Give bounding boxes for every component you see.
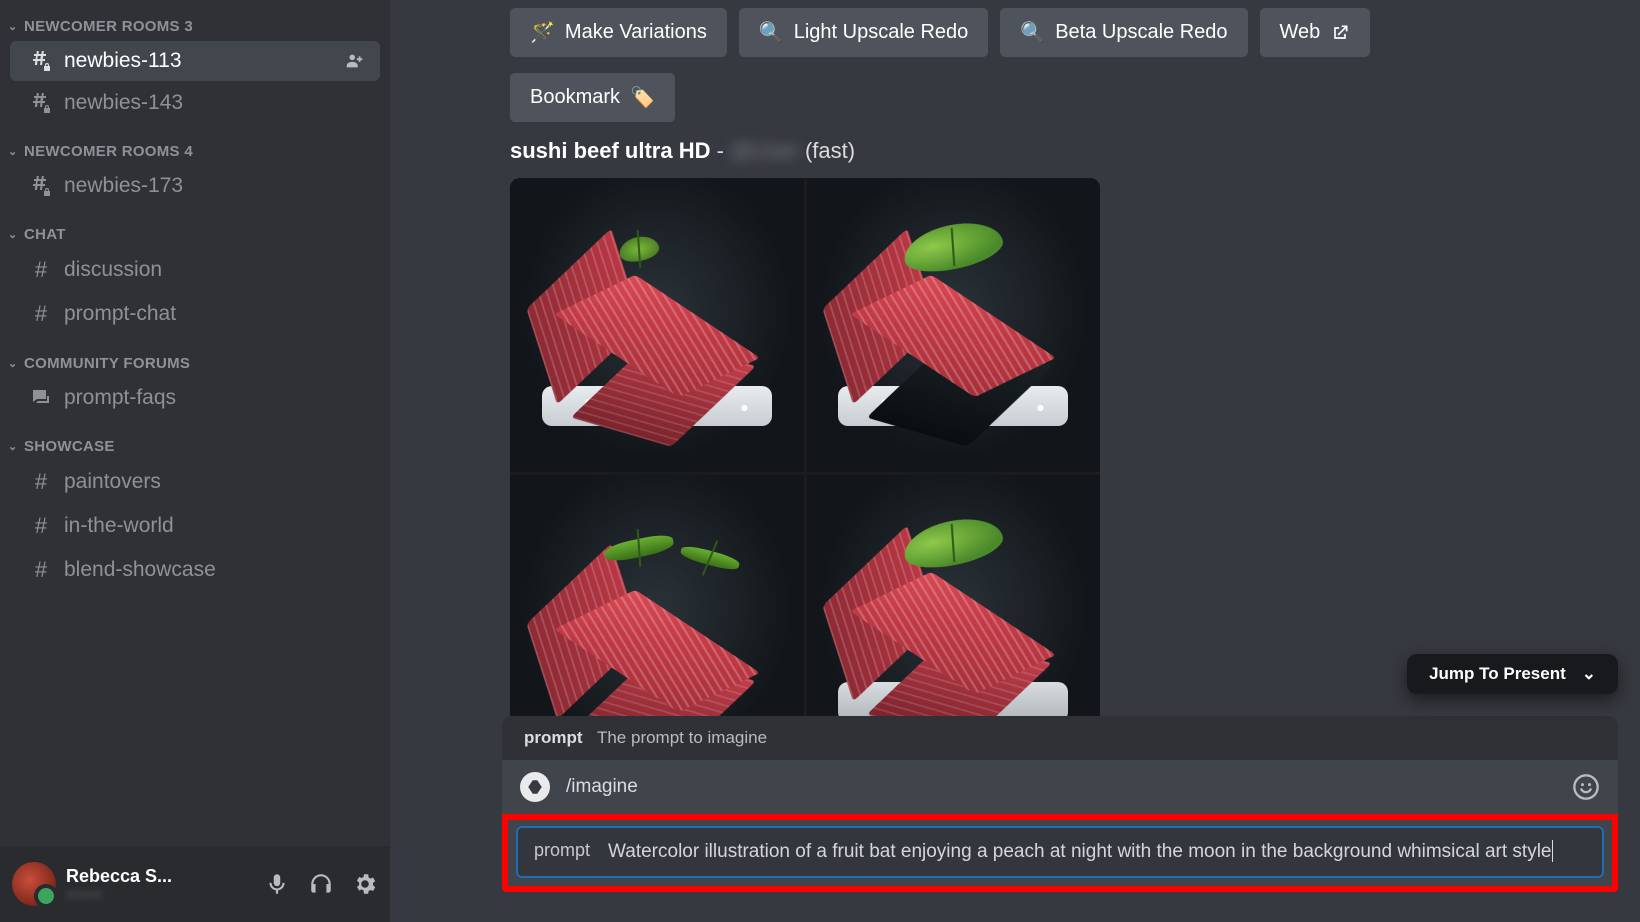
bookmark-button[interactable]: Bookmark 🏷️ — [510, 73, 675, 122]
beta-upscale-button[interactable]: 🔍 Beta Upscale Redo — [1000, 8, 1247, 57]
jump-to-present-button[interactable]: Jump To Present ⌄ — [1407, 654, 1618, 694]
user-tag: #0000 — [66, 887, 254, 902]
jump-label: Jump To Present — [1429, 664, 1566, 684]
mention-user: @User — [730, 138, 799, 163]
channel-label: newbies-143 — [64, 91, 183, 115]
channel-label: newbies-173 — [64, 174, 183, 198]
hash-lock-icon — [28, 174, 54, 198]
forum-icon — [28, 386, 54, 410]
hash-lock-icon — [28, 91, 54, 115]
gear-icon[interactable] — [352, 871, 378, 897]
channel-label: paintovers — [64, 470, 161, 494]
chevron-down-icon: ⌄ — [8, 20, 20, 33]
channel-newbies-113[interactable]: newbies-113 — [10, 41, 380, 81]
channel-discussion[interactable]: # discussion — [10, 249, 380, 291]
search-icon: 🔍 — [759, 20, 784, 45]
hint-label: prompt — [524, 728, 583, 747]
wand-icon: 🪄 — [530, 20, 555, 45]
image-tile-1[interactable] — [510, 178, 804, 472]
button-label: Light Upscale Redo — [794, 21, 969, 44]
button-label: Web — [1280, 21, 1321, 44]
channel-in-the-world[interactable]: # in-the-world — [10, 505, 380, 547]
text-cursor — [1552, 840, 1553, 862]
category-label: NEWCOMER ROOMS 3 — [24, 18, 193, 35]
search-icon: 🔍 — [1020, 20, 1045, 45]
category-label: COMMUNITY FORUMS — [24, 355, 190, 372]
channel-label: newbies-113 — [64, 49, 182, 73]
category-newcomer-4[interactable]: ⌄ NEWCOMER ROOMS 4 — [0, 125, 390, 164]
channel-prompt-faqs[interactable]: prompt-faqs — [10, 378, 380, 418]
highlighted-input-area: prompt Watercolor illustration of a frui… — [502, 814, 1618, 892]
prompt-bold: sushi beef ultra HD — [510, 138, 710, 163]
category-community-forums[interactable]: ⌄ COMMUNITY FORUMS — [0, 337, 390, 376]
prompt-input-field[interactable]: prompt Watercolor illustration of a frui… — [516, 826, 1604, 878]
prompt-field-label: prompt — [534, 838, 590, 861]
headphones-icon[interactable] — [308, 871, 334, 897]
channel-newbies-173[interactable]: newbies-173 — [10, 166, 380, 206]
user-name: Rebecca S... — [66, 866, 254, 887]
channel-label: blend-showcase — [64, 558, 216, 582]
category-showcase[interactable]: ⌄ SHOWCASE — [0, 420, 390, 459]
user-info[interactable]: Rebecca S... #0000 — [66, 866, 254, 902]
command-row: /imagine — [502, 760, 1618, 814]
add-user-icon[interactable] — [344, 50, 366, 72]
channel-prompt-chat[interactable]: # prompt-chat — [10, 293, 380, 335]
message-compose-area: prompt The prompt to imagine /imagine pr… — [480, 716, 1640, 922]
channel-label: prompt-chat — [64, 302, 176, 326]
category-label: CHAT — [24, 226, 66, 243]
chevron-down-icon: ⌄ — [8, 357, 20, 370]
button-label: Beta Upscale Redo — [1055, 21, 1227, 44]
channel-list[interactable]: ⌄ NEWCOMER ROOMS 3 newbies-113 newbies-1… — [0, 0, 390, 846]
button-label: Bookmark — [530, 86, 620, 109]
generated-image-grid[interactable] — [510, 178, 1100, 716]
channel-sidebar: ⌄ NEWCOMER ROOMS 3 newbies-113 newbies-1… — [0, 0, 390, 922]
mic-icon[interactable] — [264, 871, 290, 897]
light-upscale-button[interactable]: 🔍 Light Upscale Redo — [739, 8, 988, 57]
channel-blend-showcase[interactable]: # blend-showcase — [10, 549, 380, 591]
hint-description: The prompt to imagine — [597, 728, 767, 747]
web-button[interactable]: Web — [1260, 8, 1371, 57]
message-area[interactable]: 🪄 Make Variations 🔍 Light Upscale Redo 🔍… — [480, 0, 1640, 716]
prompt-input-value[interactable]: Watercolor illustration of a fruit bat e… — [608, 838, 1586, 866]
message-prompt-text: sushi beef ultra HD - @User (fast) — [510, 138, 1610, 164]
chevron-down-icon: ⌄ — [8, 440, 20, 453]
action-buttons-row-1: 🪄 Make Variations 🔍 Light Upscale Redo 🔍… — [510, 8, 1610, 57]
hash-icon: # — [28, 557, 54, 583]
autocomplete-hint[interactable]: prompt The prompt to imagine — [502, 716, 1618, 760]
chevron-down-icon: ⌄ — [1582, 664, 1596, 684]
action-buttons-row-2: Bookmark 🏷️ — [510, 73, 1610, 122]
hash-icon: # — [28, 513, 54, 539]
emoji-picker-button[interactable] — [1572, 773, 1600, 801]
image-tile-4[interactable] — [807, 475, 1101, 717]
hash-icon: # — [28, 257, 54, 283]
user-panel: Rebecca S... #0000 — [0, 846, 390, 922]
make-variations-button[interactable]: 🪄 Make Variations — [510, 8, 727, 57]
tag-icon: 🏷️ — [630, 85, 655, 110]
hash-lock-icon — [28, 49, 54, 73]
category-label: SHOWCASE — [24, 438, 115, 455]
channel-paintovers[interactable]: # paintovers — [10, 461, 380, 503]
channel-label: discussion — [64, 258, 162, 282]
command-text: /imagine — [566, 776, 638, 798]
bot-avatar — [520, 772, 550, 802]
hash-icon: # — [28, 301, 54, 327]
chevron-down-icon: ⌄ — [8, 145, 20, 158]
channel-newbies-143[interactable]: newbies-143 — [10, 83, 380, 123]
image-tile-2[interactable] — [807, 178, 1101, 472]
channel-label: prompt-faqs — [64, 386, 176, 410]
category-label: NEWCOMER ROOMS 4 — [24, 143, 193, 160]
main-content: 🪄 Make Variations 🔍 Light Upscale Redo 🔍… — [390, 0, 1640, 922]
category-chat[interactable]: ⌄ CHAT — [0, 208, 390, 247]
channel-label: in-the-world — [64, 514, 174, 538]
chevron-down-icon: ⌄ — [8, 228, 20, 241]
hash-icon: # — [28, 469, 54, 495]
category-newcomer-3[interactable]: ⌄ NEWCOMER ROOMS 3 — [0, 0, 390, 39]
external-link-icon — [1330, 23, 1350, 43]
image-tile-3[interactable] — [510, 475, 804, 717]
button-label: Make Variations — [565, 21, 707, 44]
avatar[interactable] — [12, 862, 56, 906]
